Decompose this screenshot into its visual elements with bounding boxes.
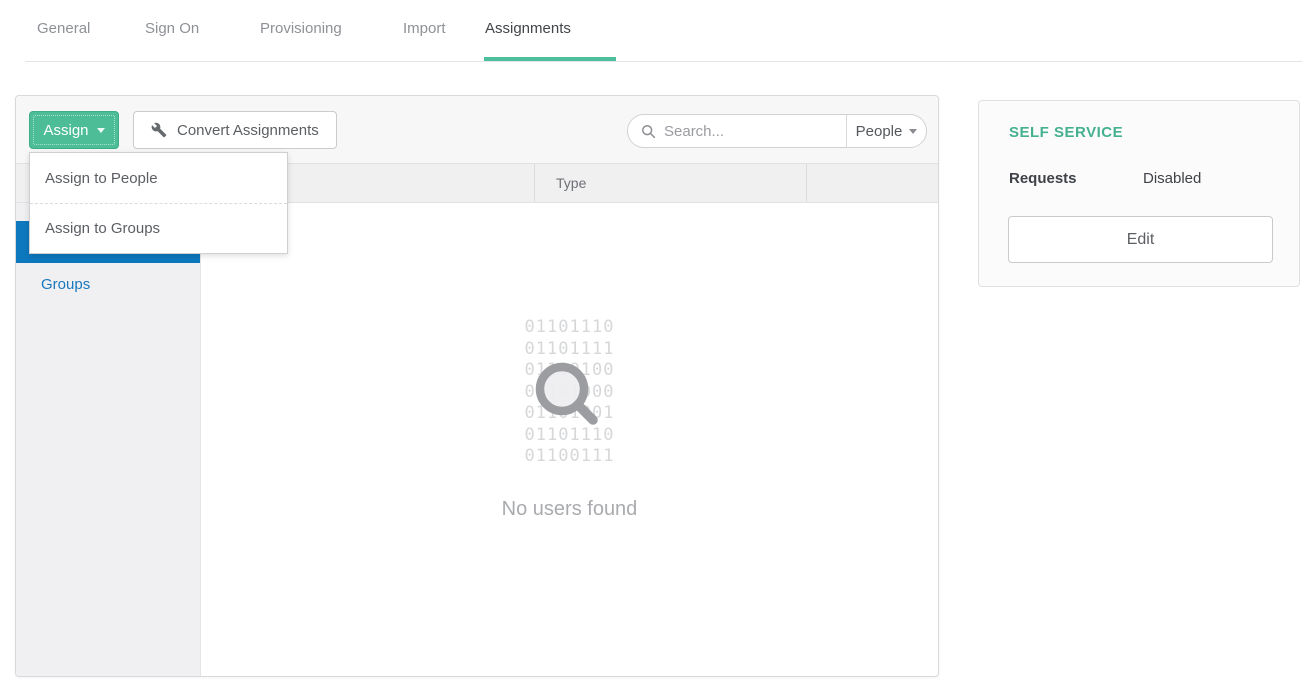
binary-row: 01101110 — [201, 317, 938, 339]
wrench-icon — [151, 122, 167, 138]
self-service-title: SELF SERVICE — [1009, 124, 1123, 141]
tab-general[interactable]: General — [37, 20, 90, 37]
search-input[interactable] — [664, 123, 804, 140]
search-scope-label: People — [856, 123, 903, 140]
search-scope-select[interactable]: People — [846, 115, 926, 147]
assign-dropdown-menu: Assign to People Assign to Groups — [29, 152, 288, 254]
chevron-down-icon — [97, 128, 105, 133]
tab-sign-on[interactable]: Sign On — [145, 20, 199, 37]
sidebar-item-groups[interactable]: Groups — [16, 263, 200, 305]
assign-button-label: Assign — [43, 122, 88, 139]
assign-button[interactable]: Assign — [29, 111, 119, 149]
chevron-down-icon — [909, 129, 917, 134]
tab-import[interactable]: Import — [403, 20, 446, 37]
empty-state: 01101110 01101111 01110100 01101000 0110… — [201, 203, 938, 676]
assignments-content: People Groups 01101110 01101111 01110100… — [16, 203, 938, 676]
empty-state-message: No users found — [201, 498, 938, 521]
convert-assignments-button[interactable]: Convert Assignments — [133, 111, 337, 149]
tab-provisioning[interactable]: Provisioning — [260, 20, 342, 37]
search-group: People — [627, 114, 927, 148]
search-icon — [641, 124, 656, 139]
menu-item-assign-to-people[interactable]: Assign to People — [30, 153, 287, 203]
magnifier-icon — [522, 351, 618, 452]
column-header-actions — [807, 164, 938, 202]
menu-item-assign-to-groups[interactable]: Assign to Groups — [30, 203, 287, 253]
requests-status-value: Disabled — [1143, 170, 1201, 187]
convert-assignments-label: Convert Assignments — [177, 122, 319, 139]
self-service-panel: SELF SERVICE Requests Disabled Edit — [978, 100, 1300, 287]
edit-button[interactable]: Edit — [1008, 216, 1273, 263]
filter-sidebar: People Groups — [16, 203, 201, 676]
column-header-type: Type — [535, 164, 807, 202]
requests-label: Requests — [1009, 170, 1077, 187]
tab-assignments[interactable]: Assignments — [485, 20, 571, 37]
search-box — [628, 115, 846, 147]
tabs-divider — [25, 61, 1302, 62]
